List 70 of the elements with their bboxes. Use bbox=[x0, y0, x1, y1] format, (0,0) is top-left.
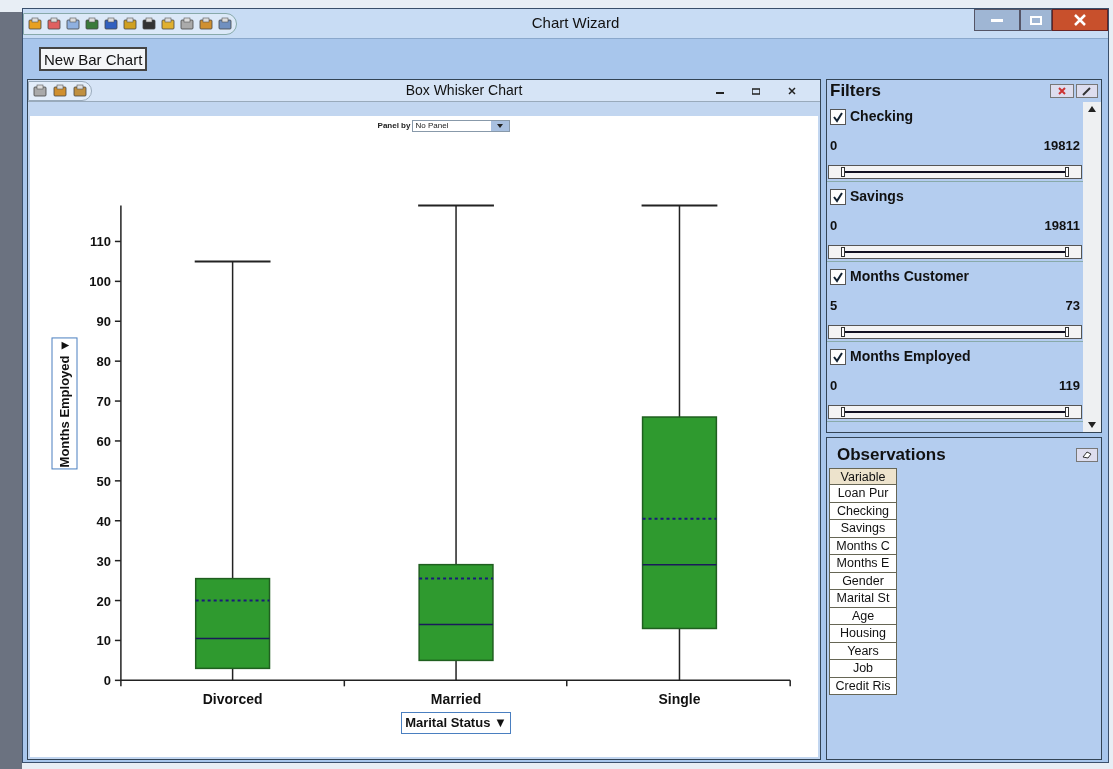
filter-label: Savings bbox=[850, 187, 904, 206]
filter-checkbox[interactable] bbox=[830, 188, 846, 205]
filter-checkbox[interactable] bbox=[830, 348, 846, 365]
close-icon bbox=[1074, 14, 1086, 26]
filter-label: Checking bbox=[850, 107, 913, 126]
y-tick-label: 30 bbox=[96, 553, 111, 569]
y-tick-label: 60 bbox=[96, 433, 111, 449]
filter-max-value: 73 bbox=[1065, 297, 1080, 316]
filter-checkbox[interactable] bbox=[830, 108, 846, 125]
edit-button[interactable] bbox=[1076, 84, 1098, 98]
filter-max-value: 119 bbox=[1059, 377, 1080, 396]
window-title: Chart Wizard bbox=[531, 13, 620, 34]
variable-cell[interactable]: Marital St bbox=[829, 590, 897, 608]
scroll-up-icon[interactable] bbox=[1088, 106, 1096, 112]
remove-button[interactable] bbox=[1050, 84, 1074, 98]
y-tick-label: 80 bbox=[96, 354, 111, 370]
panel-by-dropdown[interactable]: No Panel bbox=[412, 120, 511, 132]
variable-cell[interactable]: Housing bbox=[829, 625, 897, 643]
panel-by-label: Panel by bbox=[377, 120, 411, 132]
y-tick-label: 50 bbox=[96, 473, 111, 489]
range-slider-fill[interactable] bbox=[841, 327, 1069, 337]
filter-min-value: 0 bbox=[830, 217, 838, 236]
check-icon bbox=[832, 110, 844, 123]
y-tick-label: 70 bbox=[96, 394, 111, 410]
check-icon bbox=[832, 190, 844, 203]
scrollbar[interactable] bbox=[1083, 102, 1101, 432]
category-label: Single bbox=[658, 691, 701, 708]
category-label: Married bbox=[430, 691, 482, 708]
y-tick-label: 40 bbox=[96, 513, 111, 529]
y-tick-label: 20 bbox=[96, 593, 111, 609]
maximize-button[interactable] bbox=[1020, 9, 1052, 31]
y-axis-title-button[interactable]: Months Employed ▼ bbox=[52, 336, 78, 470]
new-bar-chart-button[interactable]: New Bar Chart bbox=[39, 47, 148, 71]
filter-checkbox[interactable] bbox=[830, 268, 846, 285]
filter-min-value: 0 bbox=[830, 377, 838, 396]
range-slider-fill[interactable] bbox=[841, 167, 1069, 177]
y-tick-label: 100 bbox=[89, 274, 111, 290]
chart-window-title: Box Whisker Chart bbox=[404, 81, 524, 100]
range-slider-fill[interactable] bbox=[841, 407, 1069, 417]
variable-cell[interactable]: Months E bbox=[829, 555, 897, 573]
close-button[interactable] bbox=[1052, 9, 1108, 31]
close-icon[interactable] bbox=[788, 86, 796, 95]
check-icon bbox=[832, 270, 844, 283]
brush-icon bbox=[1082, 86, 1092, 96]
maximize-icon[interactable] bbox=[752, 86, 760, 95]
y-tick-label: 90 bbox=[96, 314, 111, 330]
variable-cell[interactable]: Savings bbox=[829, 520, 897, 538]
filter-label: Months Employed bbox=[850, 347, 971, 366]
range-slider-fill[interactable] bbox=[841, 247, 1069, 257]
filters-title: Filters bbox=[830, 80, 882, 103]
eraser-icon bbox=[1082, 450, 1092, 459]
variable-header: Variable bbox=[829, 467, 897, 485]
filter-label: Months Customer bbox=[850, 267, 969, 286]
y-tick-label: 0 bbox=[103, 673, 111, 689]
category-label: Divorced bbox=[202, 691, 263, 708]
y-tick-label: 10 bbox=[96, 633, 111, 649]
variable-cell[interactable]: Job bbox=[829, 660, 897, 678]
filter-max-value: 19811 bbox=[1044, 217, 1080, 236]
eraser-button[interactable] bbox=[1076, 447, 1098, 462]
check-icon bbox=[832, 350, 844, 363]
x-axis-title-button[interactable]: Marital Status ▼ bbox=[401, 712, 511, 734]
filter-min-value: 5 bbox=[830, 297, 838, 316]
observations-title: Observations bbox=[837, 444, 946, 466]
y-tick-label: 110 bbox=[89, 234, 111, 250]
scroll-down-icon[interactable] bbox=[1088, 422, 1096, 428]
filter-max-value: 19812 bbox=[1043, 137, 1080, 156]
close-icon bbox=[1058, 87, 1066, 95]
filter-min-value: 0 bbox=[830, 137, 838, 156]
variable-cell[interactable]: Loan Pur bbox=[829, 485, 897, 503]
minimize-button[interactable] bbox=[974, 9, 1020, 31]
